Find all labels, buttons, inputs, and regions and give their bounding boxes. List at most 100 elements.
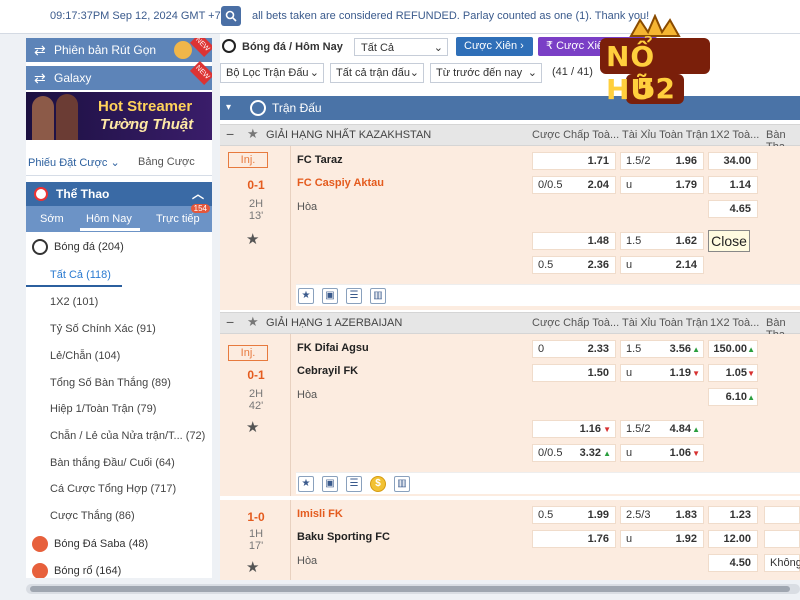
odds-1x2[interactable]: 6.10 ▲ [708, 388, 758, 406]
scoreboard-icon[interactable]: ☰ [346, 476, 362, 492]
coin-icon[interactable]: $ [370, 476, 386, 492]
sport-saba-soccer[interactable]: Bóng Đá Saba (48) [26, 531, 212, 557]
odds-1x2[interactable]: 12.00 [708, 530, 758, 548]
market-item[interactable]: Hiệp 1/Toàn Trận (79) [50, 396, 212, 422]
tab-bet-slip[interactable]: Phiếu Đặt Cược ⌄ [28, 156, 120, 169]
tab-live[interactable]: Trực tiếp [156, 213, 200, 225]
odds-handicap[interactable]: 1.71 [532, 152, 616, 170]
odds-1x2[interactable]: 4.50 [708, 554, 758, 572]
odds-value: 4.84 [669, 423, 691, 435]
odds-handicap[interactable]: 1.76 [532, 530, 616, 548]
minus-icon[interactable]: − [226, 126, 234, 142]
league-header[interactable]: − ★ GIẢI HẠNG 1 AZERBAIJAN Cược Chấp Toà… [220, 312, 800, 341]
odds-over-under[interactable]: 1.5/2 4.84 ▲ [620, 420, 704, 438]
odds-handicap[interactable]: 0/0.5 3.32 ▲ [532, 444, 616, 462]
all-matches-dropdown[interactable]: Tất cả trận đấu ⌄ [330, 63, 424, 83]
favorite-star-icon[interactable]: ★ [246, 230, 259, 248]
odds-1x2[interactable]: 1.14 [708, 176, 758, 194]
odds-line: 1.5 [626, 343, 642, 355]
match-score: 1-0 [247, 510, 265, 524]
odds-over-under[interactable]: 2.5/3 1.83 [620, 506, 704, 524]
odds-handicap[interactable]: 0.5 2.36 [532, 256, 616, 274]
sort-dropdown[interactable]: Từ trước đến nay ⌄ [430, 63, 542, 83]
new-badge: NEW [189, 60, 212, 86]
market-item[interactable]: 1X2 (101) [50, 289, 212, 315]
sport-soccer[interactable]: Bóng đá (204) [26, 234, 212, 260]
stats-icon[interactable]: ▥ [394, 476, 410, 492]
odds-over-under[interactable]: 1.5 1.62 [620, 232, 704, 250]
minus-icon[interactable]: − [226, 314, 234, 330]
odds-other[interactable] [764, 530, 800, 548]
star-icon[interactable]: ★ [247, 314, 259, 330]
favorite-star-icon[interactable]: ★ [298, 476, 314, 492]
market-item[interactable]: Bàn thắng Đầu/ Cuối (64) [50, 450, 212, 476]
odds-other[interactable] [764, 506, 800, 524]
odds-over-under[interactable]: u 1.92 [620, 530, 704, 548]
odds-handicap[interactable]: 1.48 [532, 232, 616, 250]
odds-value: 12.00 [723, 533, 751, 545]
odds-over-under[interactable]: u 1.79 [620, 176, 704, 194]
sport-basketball[interactable]: Bóng rổ (164) [26, 558, 212, 578]
swap-icon: ⇄ [34, 70, 46, 86]
odds-over-under[interactable]: u 2.14 [620, 256, 704, 274]
odds-over-under[interactable]: 1.5/2 1.96 [620, 152, 704, 170]
search-button[interactable] [221, 6, 241, 26]
market-item[interactable]: Tất Cả (118) [50, 262, 212, 288]
sports-header[interactable]: Thể Thao ︿ [26, 182, 212, 206]
odds-1x2[interactable]: 150.00 ▲ [708, 340, 758, 358]
lite-version-label: Phiên bản Rút Gọn [54, 43, 157, 57]
horizontal-scrollbar[interactable] [26, 584, 800, 594]
odds-over-under[interactable]: u 1.06 ▼ [620, 444, 704, 462]
favorite-star-icon[interactable]: ★ [246, 558, 259, 576]
odds-handicap[interactable]: 0.5 1.99 [532, 506, 616, 524]
match-filter-dropdown[interactable]: Bộ Lọc Trận Đấu ⌄ [220, 63, 324, 83]
odds-handicap[interactable]: 1.50 [532, 364, 616, 382]
odds-line: 0/0.5 [538, 447, 563, 459]
hot-streamer-banner[interactable]: Hot Streamer Tường Thuật [26, 92, 212, 140]
parlay-button[interactable]: Cược Xiên › [456, 37, 533, 56]
market-item[interactable]: Cược Thắng (86) [50, 503, 212, 529]
chevron-right-icon: › [520, 40, 524, 52]
market-item-count: (86) [115, 510, 135, 522]
league-header[interactable]: − ★ GIẢI HẠNG NHẤT KAZAKHSTAN Cược Chấp … [220, 124, 800, 153]
odds-over-under[interactable]: 1.5 3.56 ▲ [620, 340, 704, 358]
sports-header-label: Thể Thao [56, 187, 110, 201]
odds-handicap[interactable]: 0/0.5 2.04 [532, 176, 616, 194]
odds-value: 1.92 [675, 533, 697, 545]
favorite-star-icon[interactable]: ★ [246, 418, 259, 436]
market-item[interactable]: Cá Cược Tổng Hợp (717) [50, 476, 212, 502]
tab-today[interactable]: Hôm Nay [86, 213, 132, 225]
tab-early[interactable]: Sớm [40, 213, 64, 225]
close-tooltip[interactable]: Close [708, 230, 750, 252]
market-item[interactable]: Lẻ/Chẵn (104) [50, 343, 212, 369]
tab-bet-table[interactable]: Bảng Cược [138, 156, 195, 168]
odds-1x2[interactable]: 1.05 ▼ [708, 364, 758, 382]
market-item-label: Chẵn / Lẻ của Nửa trận/T... [50, 430, 183, 442]
market-item[interactable]: Tỷ Số Chính Xác (91) [50, 316, 212, 342]
galaxy-label: Galaxy [54, 71, 92, 85]
video-icon[interactable]: ▣ [322, 476, 338, 492]
market-item[interactable]: Chẵn / Lẻ của Nửa trận/T... (72) [50, 423, 212, 449]
odds-other[interactable]: Không [764, 554, 800, 572]
odds-value: 1.96 [675, 155, 697, 167]
stats-icon[interactable]: ▥ [370, 288, 386, 304]
odds-handicap[interactable]: 1.16 ▼ [532, 420, 616, 438]
active-subtab-underline [80, 228, 140, 231]
video-icon[interactable]: ▣ [322, 288, 338, 304]
scoreboard-icon[interactable]: ☰ [346, 288, 362, 304]
odds-value: 1.79 [675, 179, 697, 191]
star-icon[interactable]: ★ [247, 126, 259, 142]
odds-1x2[interactable]: 4.65 [708, 200, 758, 218]
odds-over-under[interactable]: u 1.19 ▼ [620, 364, 704, 382]
scrollbar-thumb[interactable] [30, 586, 790, 592]
galaxy-button[interactable]: ⇄ Galaxy NEW [26, 60, 212, 90]
market-item[interactable]: Tổng Số Bàn Thắng (89) [50, 370, 212, 396]
favorite-star-icon[interactable]: ★ [298, 288, 314, 304]
lite-version-button[interactable]: ⇄ Phiên bản Rút Gọn NEW [26, 38, 212, 62]
logo-text-bottom: 52 [636, 72, 675, 105]
odds-1x2[interactable]: 34.00 [708, 152, 758, 170]
odds-1x2[interactable]: 1.23 [708, 506, 758, 524]
market-select[interactable]: Tất Cả ⌄ [354, 38, 448, 56]
sport-basketball-label: Bóng rổ [54, 565, 93, 577]
odds-handicap[interactable]: 0 2.33 [532, 340, 616, 358]
